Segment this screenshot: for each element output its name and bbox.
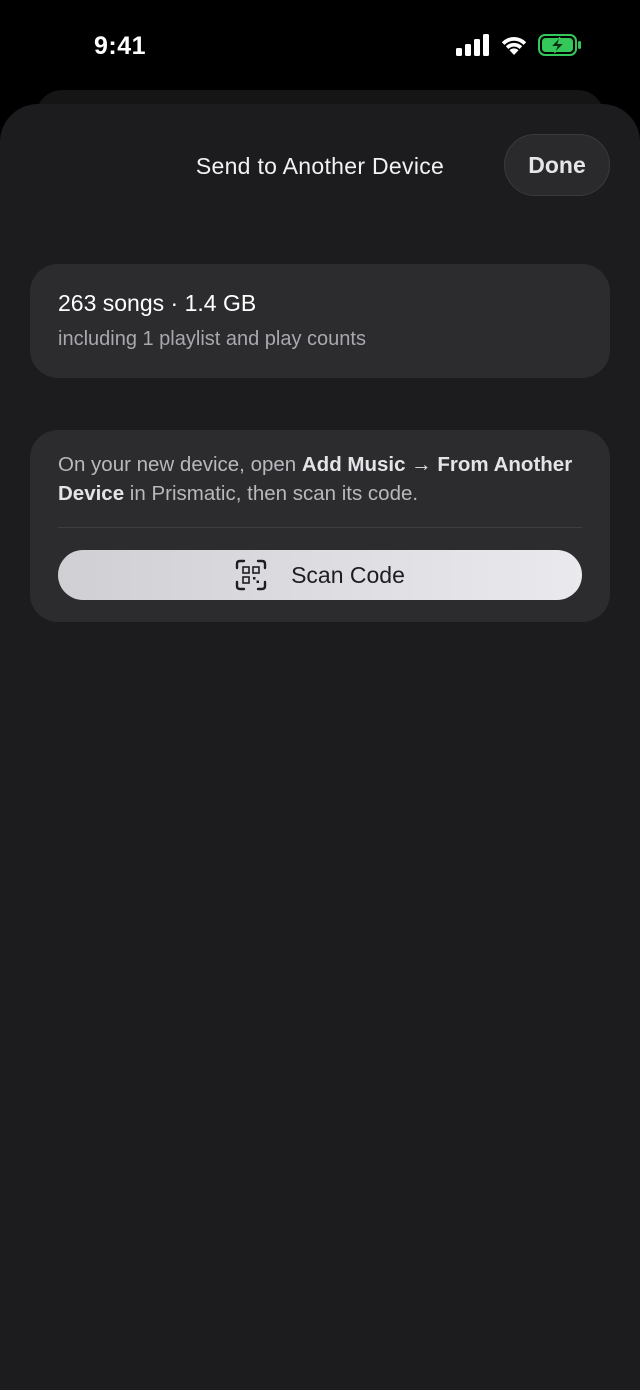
summary-subtitle: including 1 playlist and play counts <box>58 328 366 350</box>
qr-code-scan-icon <box>235 559 267 591</box>
cellular-signal-icon <box>456 34 489 56</box>
status-bar: 9:41 <box>0 0 640 92</box>
status-time: 9:41 <box>94 32 147 60</box>
scan-code-label: Scan Code <box>291 561 405 588</box>
instructions-text: On your new device, open Add Music → Fro… <box>58 450 582 508</box>
battery-charging-icon <box>538 34 581 56</box>
done-button[interactable]: Done <box>504 134 610 196</box>
status-icons <box>456 34 582 56</box>
summary-title: 263 songs · 1.4 GB <box>58 290 257 316</box>
divider <box>58 527 582 528</box>
send-sheet: Send to Another Device Done 263 songs · … <box>0 104 640 1390</box>
summary-card: 263 songs · 1.4 GB including 1 playlist … <box>30 264 610 378</box>
instructions-text-part-2: in Prismatic, then scan its code. <box>124 482 419 505</box>
instructions-text-part-1: On your new device, open <box>58 453 302 476</box>
wifi-icon <box>501 37 527 55</box>
instructions-card: On your new device, open Add Music → Fro… <box>30 430 610 622</box>
scan-code-button[interactable]: Scan Code <box>58 550 582 600</box>
screen: 9:41 Send to Another Device Done 263 son… <box>0 0 640 1390</box>
